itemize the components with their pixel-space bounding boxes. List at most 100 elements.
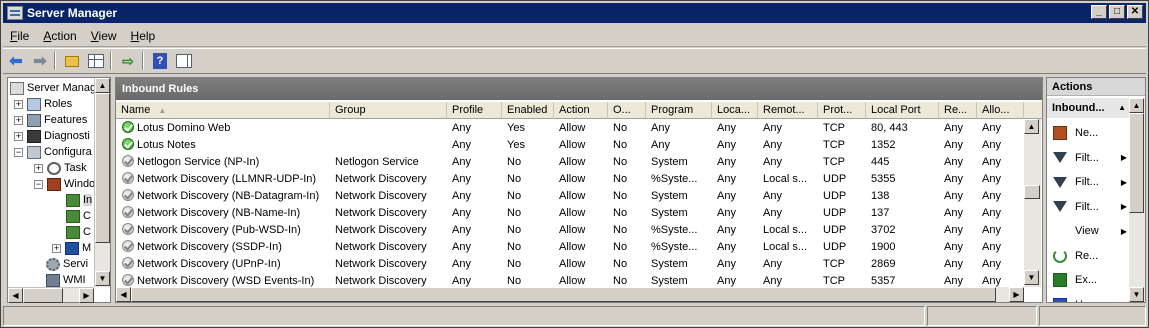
action-item[interactable]: View ▶ bbox=[1053, 221, 1129, 241]
scroll-down-button[interactable]: ▼ bbox=[1129, 287, 1144, 302]
column-header-2[interactable]: Group bbox=[330, 102, 447, 119]
tree-item-label: Server Manag bbox=[27, 82, 97, 94]
collapse-icon[interactable]: − bbox=[34, 179, 43, 189]
menu-file[interactable]: File bbox=[3, 29, 36, 43]
expand-icon[interactable]: + bbox=[14, 115, 23, 125]
rule-row[interactable]: Network Discovery (SSDP-In) Network Disco… bbox=[116, 239, 1024, 256]
pane-title: Inbound Rules bbox=[116, 78, 1042, 100]
tree-item-outbound-rules[interactable]: C bbox=[66, 208, 91, 224]
tree-item-configuration[interactable]: − Configura bbox=[14, 144, 92, 160]
tree-item-roles[interactable]: + Roles bbox=[14, 96, 72, 112]
cell-col-7: System bbox=[646, 256, 712, 273]
scroll-up-button[interactable]: ▲ bbox=[1024, 119, 1039, 134]
column-header-6[interactable]: O... bbox=[608, 102, 646, 119]
tree-item-connection-rules[interactable]: C bbox=[66, 224, 91, 240]
scroll-down-button[interactable]: ▼ bbox=[95, 271, 110, 286]
action-item[interactable]: Filt... ▶ bbox=[1053, 197, 1129, 217]
cell-col-7: Any bbox=[646, 120, 712, 137]
expand-icon[interactable]: + bbox=[34, 163, 43, 173]
action-label: Filt... bbox=[1075, 176, 1099, 188]
action-item[interactable]: Ne... bbox=[1053, 123, 1129, 143]
action-item[interactable]: H... bbox=[1053, 295, 1129, 302]
tree-item-monitoring[interactable]: + M bbox=[52, 240, 91, 256]
cell-col-3: Any bbox=[447, 256, 502, 273]
menu-help[interactable]: Help bbox=[124, 29, 163, 43]
column-header-13[interactable]: Allo... bbox=[977, 102, 1024, 119]
cell-col-2: Netlogon Service bbox=[330, 154, 447, 171]
show-hide-console-tree-button[interactable] bbox=[85, 51, 107, 71]
rule-row[interactable]: Network Discovery (UPnP-In) Network Disco… bbox=[116, 256, 1024, 273]
up-one-level-button[interactable] bbox=[61, 51, 83, 71]
tree-item-server[interactable]: Server Manag bbox=[10, 80, 96, 96]
column-header-3[interactable]: Profile bbox=[447, 102, 502, 119]
scroll-right-button[interactable]: ▶ bbox=[1009, 287, 1024, 302]
rule-row[interactable]: Network Discovery (Pub-WSD-In) Network Di… bbox=[116, 222, 1024, 239]
tree-item-diagnostics[interactable]: + Diagnosti bbox=[14, 128, 90, 144]
collapse-arrow-icon[interactable]: ▲ bbox=[1118, 98, 1126, 118]
actions-group-inbound-rules[interactable]: Inbound... ▲ bbox=[1047, 98, 1129, 118]
column-header-12[interactable]: Re... bbox=[939, 102, 977, 119]
column-header-11[interactable]: Local Port bbox=[866, 102, 939, 119]
scroll-left-button[interactable]: ◀ bbox=[8, 288, 23, 303]
tree-item-services[interactable]: Servi bbox=[46, 256, 88, 272]
scroll-thumb[interactable] bbox=[1129, 113, 1144, 213]
rule-row[interactable]: Lotus Notes Any Yes Allow No Any Any Any TCP 1352… bbox=[116, 137, 1024, 154]
export-list-button[interactable]: ⇨ bbox=[117, 51, 139, 71]
tree-item-inbound-rules[interactable]: In bbox=[66, 192, 93, 208]
scroll-down-button[interactable]: ▼ bbox=[1024, 270, 1039, 285]
rule-disabled-icon bbox=[122, 172, 134, 184]
expand-icon[interactable]: + bbox=[14, 131, 23, 141]
cell-text: 80, 443 bbox=[871, 122, 908, 134]
rules-horizontal-scrollbar[interactable]: ◀ ▶ bbox=[116, 287, 1024, 302]
actions-vertical-scrollbar[interactable]: ▲ ▼ bbox=[1129, 98, 1145, 302]
cell-col-9: Any bbox=[758, 154, 818, 171]
column-header-7[interactable]: Program bbox=[646, 102, 712, 119]
tree-vertical-scrollbar[interactable]: ▲ ▼ bbox=[94, 78, 110, 287]
cell-col-3: Any bbox=[447, 188, 502, 205]
collapse-icon[interactable]: − bbox=[14, 147, 23, 157]
scroll-up-button[interactable]: ▲ bbox=[1129, 98, 1144, 113]
expand-icon[interactable]: + bbox=[52, 243, 61, 253]
cell-col-12: Any bbox=[939, 239, 977, 256]
scroll-thumb[interactable] bbox=[95, 93, 110, 243]
maximize-button[interactable]: □ bbox=[1109, 5, 1125, 19]
scroll-up-button[interactable]: ▲ bbox=[95, 78, 110, 93]
column-header-9[interactable]: Remot... bbox=[758, 102, 818, 119]
show-hide-action-pane-button[interactable] bbox=[173, 51, 195, 71]
menu-view[interactable]: View bbox=[84, 29, 124, 43]
column-header-label: Allo... bbox=[982, 104, 1010, 116]
rule-row[interactable]: Lotus Domino Web Any Yes Allow No Any Any Any TC… bbox=[116, 120, 1024, 137]
tree-horizontal-scrollbar[interactable]: ◀ ▶ bbox=[8, 287, 94, 303]
column-header-8[interactable]: Loca... bbox=[712, 102, 758, 119]
expand-icon[interactable]: + bbox=[14, 99, 23, 109]
action-item[interactable]: Ex... bbox=[1053, 270, 1129, 290]
column-header-10[interactable]: Prot... bbox=[818, 102, 866, 119]
column-header-4[interactable]: Enabled bbox=[502, 102, 554, 119]
scroll-right-button[interactable]: ▶ bbox=[79, 288, 94, 303]
tree-item-features[interactable]: + Features bbox=[14, 112, 87, 128]
rule-row[interactable]: Network Discovery (LLMNR-UDP-In) Network … bbox=[116, 171, 1024, 188]
column-header-5[interactable]: Action bbox=[554, 102, 608, 119]
tree-item-task-scheduler[interactable]: + Task bbox=[34, 160, 87, 176]
cell-text: System bbox=[651, 275, 688, 287]
scroll-left-button[interactable]: ◀ bbox=[116, 287, 131, 302]
action-item[interactable]: Re... bbox=[1053, 246, 1129, 266]
tree-item-wmi[interactable]: WMI bbox=[46, 272, 86, 288]
column-header-1[interactable]: Name ▲ bbox=[116, 102, 330, 119]
close-button[interactable]: ✕ bbox=[1127, 5, 1143, 19]
menu-action[interactable]: Action bbox=[36, 29, 83, 43]
rule-row[interactable]: Netlogon Service (NP-In) Netlogon Service… bbox=[116, 154, 1024, 171]
action-item[interactable]: Filt... ▶ bbox=[1053, 148, 1129, 168]
minimize-button[interactable]: _ bbox=[1091, 5, 1107, 19]
forward-button[interactable]: ➡ bbox=[29, 51, 51, 71]
back-button[interactable]: ⬅ bbox=[5, 51, 27, 71]
help-button[interactable]: ? bbox=[149, 51, 171, 71]
scroll-thumb[interactable] bbox=[131, 287, 996, 302]
rules-vertical-scrollbar[interactable]: ▲ ▼ bbox=[1024, 119, 1041, 287]
tree-item-firewall[interactable]: − Windo bbox=[34, 176, 95, 192]
scroll-thumb[interactable] bbox=[1024, 185, 1040, 199]
rule-row[interactable]: Network Discovery (NB-Datagram-In) Networ… bbox=[116, 188, 1024, 205]
scroll-thumb[interactable] bbox=[23, 288, 63, 303]
action-item[interactable]: Filt... ▶ bbox=[1053, 172, 1129, 192]
rule-row[interactable]: Network Discovery (NB-Name-In) Network Di… bbox=[116, 205, 1024, 222]
